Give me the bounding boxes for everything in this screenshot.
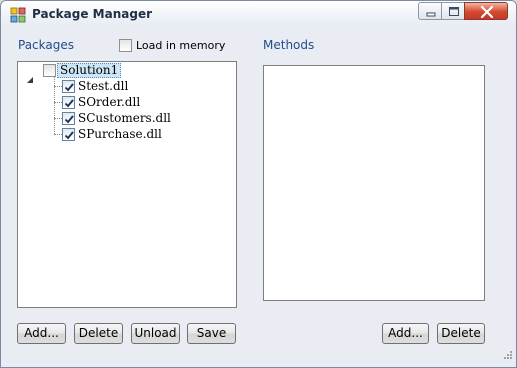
stest-checkbox[interactable]: [62, 80, 75, 93]
title-bar[interactable]: Package Manager: [1, 1, 516, 29]
tree-node-label: Stest.dll: [78, 79, 129, 93]
sorder-checkbox[interactable]: [62, 96, 75, 109]
maximize-button[interactable]: [441, 2, 465, 20]
tree-connector: [54, 118, 62, 119]
scustomers-checkbox[interactable]: [62, 112, 75, 125]
tree-node-label: SCustomers.dll: [78, 111, 171, 125]
methods-label: Methods: [263, 38, 315, 52]
checkmark-icon: [64, 99, 74, 108]
window-title: Package Manager: [32, 7, 152, 21]
tree-connector: [54, 134, 62, 135]
checkmark-icon: [64, 131, 74, 140]
delete-method-button[interactable]: Delete: [437, 323, 485, 344]
tree-connector: [54, 102, 62, 103]
packages-label: Packages: [18, 38, 74, 52]
tree-connector: [54, 86, 62, 87]
load-in-memory-checkbox[interactable]: [119, 39, 132, 52]
close-button[interactable]: [464, 2, 508, 20]
delete-package-button[interactable]: Delete: [74, 323, 123, 344]
checkmark-icon: [64, 115, 74, 124]
save-package-button[interactable]: Save: [187, 323, 236, 344]
spurchase-checkbox[interactable]: [62, 128, 75, 141]
solution1-checkbox[interactable]: [43, 64, 56, 77]
minimize-button[interactable]: [418, 2, 442, 20]
load-in-memory-label[interactable]: Load in memory: [136, 39, 225, 52]
tree-collapse-icon[interactable]: [26, 69, 34, 88]
add-method-button[interactable]: Add...: [382, 323, 429, 344]
tree-node-label: SPurchase.dll: [78, 127, 162, 141]
add-package-button[interactable]: Add...: [17, 323, 66, 344]
package-app-icon: [10, 7, 26, 23]
methods-list[interactable]: [263, 65, 485, 301]
unload-package-button[interactable]: Unload: [131, 323, 180, 344]
checkmark-icon: [64, 83, 74, 92]
tree-node-label: Solution1: [57, 63, 122, 78]
resize-grip-icon[interactable]: [503, 345, 513, 364]
tree-node-label: SOrder.dll: [78, 95, 141, 109]
package-manager-window: Package Manager Packages Load in memory: [0, 0, 517, 368]
